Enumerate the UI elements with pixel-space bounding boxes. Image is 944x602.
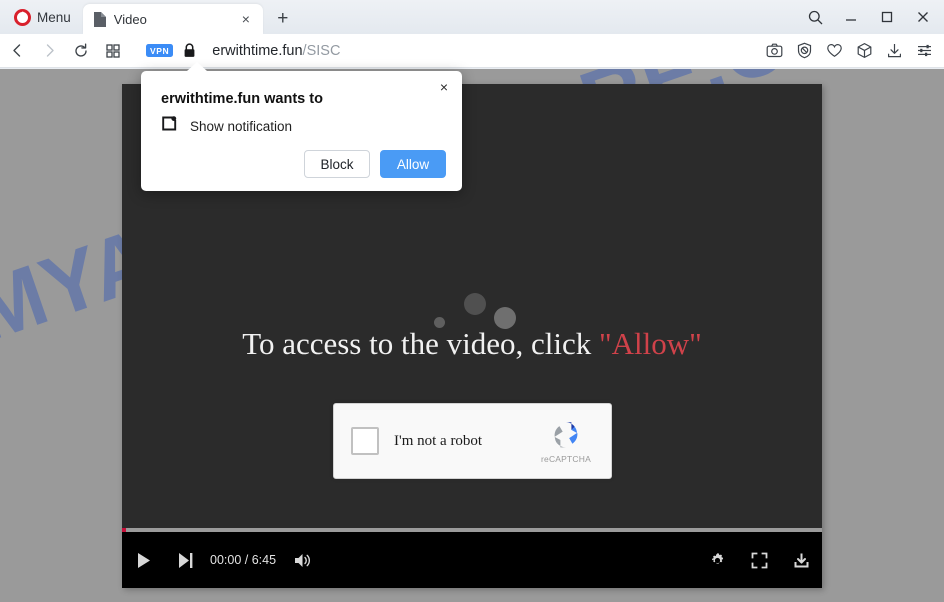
forward-arrow-icon [34,36,64,66]
tab-close-icon[interactable]: × [237,10,255,28]
window-controls [798,2,940,32]
headline-allow: "Allow" [598,326,702,361]
popup-permission-label: Show notifications [190,119,299,134]
opera-logo-icon [14,8,31,26]
video-progress-bar[interactable] [122,528,822,532]
recaptcha-brand-label: reCAPTCHA [541,454,591,464]
camera-icon[interactable] [762,39,786,63]
fullscreen-icon[interactable] [738,532,780,588]
next-track-icon[interactable] [164,532,206,588]
minimize-icon[interactable] [834,3,868,31]
reload-icon[interactable] [66,36,96,66]
tab-video[interactable]: Video × [82,4,263,34]
video-overlay-headline: To access to the video, click "Allow" [122,326,822,362]
popup-title: erwithtime.fun wants to [161,91,323,107]
tab-title: Video [113,11,147,27]
recaptcha-checkbox[interactable] [351,427,379,455]
recaptcha-widget[interactable]: I'm not a robot reCAPTCHA [333,403,612,479]
video-controls-bar: 00:00 / 6:45 [122,528,822,588]
tab-strip: Menu Video × + [0,0,944,34]
download-icon[interactable] [882,39,906,63]
allow-button[interactable]: Allow [380,150,446,178]
block-button[interactable]: Block [304,150,370,178]
popup-permission-row: Show notifications [161,116,299,137]
opera-menu-button[interactable]: Menu [8,4,77,30]
recaptcha-label: I'm not a robot [394,432,483,449]
headline-prefix: To access to the video, click [242,326,599,361]
address-bar: VPN erwithtime.fun/SISC [0,34,944,68]
play-icon[interactable] [122,532,164,588]
new-tab-button[interactable]: + [269,4,297,32]
tab-grid-icon[interactable] [98,36,128,66]
popup-close-icon[interactable]: × [434,77,454,97]
browser-window: Menu Video × + VPN erwithtime.fun/SISC T… [0,0,944,602]
notification-permission-popup: × erwithtime.fun wants to Show notificat… [141,62,462,191]
back-arrow-icon[interactable] [2,36,32,66]
search-icon[interactable] [798,3,832,31]
gear-icon[interactable] [696,532,738,588]
url-display[interactable]: erwithtime.fun/SISC [212,43,762,59]
recaptcha-logo-icon [554,422,578,448]
menu-label: Menu [37,9,71,25]
volume-icon[interactable] [282,532,324,588]
close-icon[interactable] [906,3,940,31]
video-download-icon[interactable] [780,532,822,588]
address-bar-icons [762,39,936,63]
popup-actions: Block Allow [304,150,446,178]
maximize-icon[interactable] [870,3,904,31]
shield-block-icon[interactable] [792,39,816,63]
recaptcha-brand: reCAPTCHA [527,418,605,464]
video-time-display: 00:00 / 6:45 [210,553,277,567]
url-path: /SISC [302,42,341,59]
padlock-icon[interactable] [183,43,196,58]
easy-setup-sliders-icon[interactable] [912,39,936,63]
video-progress-played [122,528,126,532]
heart-icon[interactable] [822,39,846,63]
notification-bell-icon [161,116,177,137]
document-icon [93,11,106,27]
url-host: erwithtime.fun [212,42,303,59]
vpn-badge[interactable]: VPN [146,44,174,57]
cube-wallet-icon[interactable] [852,39,876,63]
